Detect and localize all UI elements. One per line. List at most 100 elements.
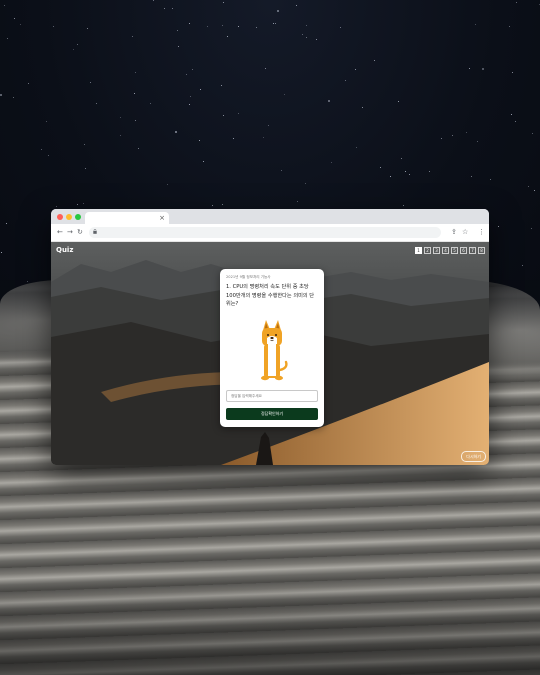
pager-item[interactable]: 5 bbox=[451, 247, 458, 254]
star bbox=[96, 103, 97, 104]
browser-toolbar: ← → ↻ ⇪ ☆ ⋮ bbox=[51, 224, 489, 242]
pager-item[interactable]: 6 bbox=[460, 247, 467, 254]
star bbox=[355, 69, 356, 70]
star bbox=[222, 204, 223, 205]
star bbox=[56, 206, 57, 207]
star bbox=[256, 27, 257, 28]
star bbox=[41, 149, 42, 150]
star bbox=[138, 148, 139, 149]
star bbox=[390, 176, 391, 177]
site-logo[interactable]: Quiz bbox=[56, 246, 73, 254]
star bbox=[192, 69, 193, 70]
question-text: 1. CPU의 명령처리 속도 단위 중 초당 100만개의 명령을 수행한다는… bbox=[226, 284, 315, 307]
star bbox=[46, 121, 47, 122]
star bbox=[186, 74, 187, 75]
star bbox=[223, 115, 224, 116]
star bbox=[238, 26, 239, 27]
star bbox=[73, 49, 74, 50]
star bbox=[328, 100, 330, 102]
close-icon[interactable]: × bbox=[159, 212, 165, 224]
star bbox=[277, 10, 279, 12]
star bbox=[150, 103, 151, 104]
pager-item[interactable]: 8 bbox=[478, 247, 485, 254]
star bbox=[528, 186, 529, 187]
check-answer-button[interactable]: 정답확인하기 bbox=[226, 408, 318, 420]
star bbox=[200, 89, 201, 90]
star bbox=[85, 168, 86, 169]
back-arrow-icon[interactable]: ← bbox=[57, 227, 63, 237]
star bbox=[475, 24, 476, 25]
star bbox=[482, 68, 484, 70]
answer-input[interactable] bbox=[226, 390, 318, 402]
star bbox=[362, 107, 363, 108]
reload-icon[interactable]: ↻ bbox=[77, 227, 83, 237]
star bbox=[189, 23, 190, 24]
star bbox=[190, 96, 191, 97]
star bbox=[77, 44, 78, 45]
star bbox=[403, 205, 404, 206]
close-window-button[interactable] bbox=[57, 214, 63, 220]
star bbox=[222, 25, 223, 26]
star bbox=[48, 155, 49, 156]
star bbox=[516, 2, 517, 3]
retry-button[interactable]: 다시하기 bbox=[461, 451, 486, 462]
kebab-menu-icon[interactable]: ⋮ bbox=[478, 227, 485, 237]
bookmark-star-icon[interactable]: ☆ bbox=[462, 227, 468, 237]
pager-item[interactable]: 3 bbox=[433, 247, 440, 254]
browser-tab[interactable]: × bbox=[85, 212, 169, 224]
pager-item[interactable]: 7 bbox=[469, 247, 476, 254]
star bbox=[4, 5, 5, 6]
star bbox=[263, 137, 264, 138]
star bbox=[469, 68, 470, 69]
star bbox=[90, 82, 91, 83]
star bbox=[172, 8, 173, 9]
star bbox=[302, 34, 303, 35]
browser-window: × ← → ↻ ⇪ ☆ ⋮ Quiz 1 2 3 4 5 6 7 8 2021년… bbox=[51, 209, 489, 465]
star bbox=[1, 252, 2, 253]
question-pager: 12345678 bbox=[415, 247, 485, 254]
pager-item[interactable]: 1 bbox=[415, 247, 422, 254]
star bbox=[153, 0, 154, 1]
maximize-window-button[interactable] bbox=[75, 214, 81, 220]
star bbox=[398, 101, 399, 102]
star bbox=[306, 37, 307, 38]
tab-bar: × bbox=[51, 209, 489, 224]
star bbox=[281, 170, 282, 171]
star bbox=[509, 26, 510, 27]
share-icon[interactable]: ⇪ bbox=[451, 227, 457, 237]
star bbox=[401, 158, 402, 159]
star bbox=[305, 183, 306, 184]
star bbox=[429, 171, 430, 172]
star bbox=[120, 135, 121, 136]
pager-item[interactable]: 4 bbox=[442, 247, 449, 254]
star bbox=[409, 174, 410, 175]
star bbox=[189, 104, 190, 105]
star bbox=[498, 226, 499, 227]
star bbox=[345, 80, 346, 81]
quiz-meta: 2021년 9월 정보처리 기능사 bbox=[226, 275, 271, 279]
pager-item[interactable]: 2 bbox=[424, 247, 431, 254]
star bbox=[471, 176, 472, 177]
star bbox=[223, 2, 224, 3]
star bbox=[512, 72, 513, 73]
star bbox=[238, 113, 239, 114]
star bbox=[135, 72, 136, 73]
star bbox=[534, 190, 535, 191]
star bbox=[316, 39, 317, 40]
star bbox=[227, 36, 228, 37]
star bbox=[134, 93, 135, 94]
star bbox=[6, 223, 7, 224]
minimize-window-button[interactable] bbox=[66, 214, 72, 220]
star bbox=[265, 68, 266, 69]
star bbox=[284, 94, 285, 95]
star bbox=[511, 114, 512, 115]
star bbox=[14, 18, 15, 19]
address-bar[interactable] bbox=[89, 227, 441, 238]
star bbox=[7, 38, 8, 39]
star bbox=[297, 201, 298, 202]
star bbox=[532, 133, 533, 134]
forward-arrow-icon[interactable]: → bbox=[67, 227, 73, 237]
star bbox=[531, 228, 532, 229]
star bbox=[83, 203, 84, 204]
star bbox=[77, 204, 78, 205]
